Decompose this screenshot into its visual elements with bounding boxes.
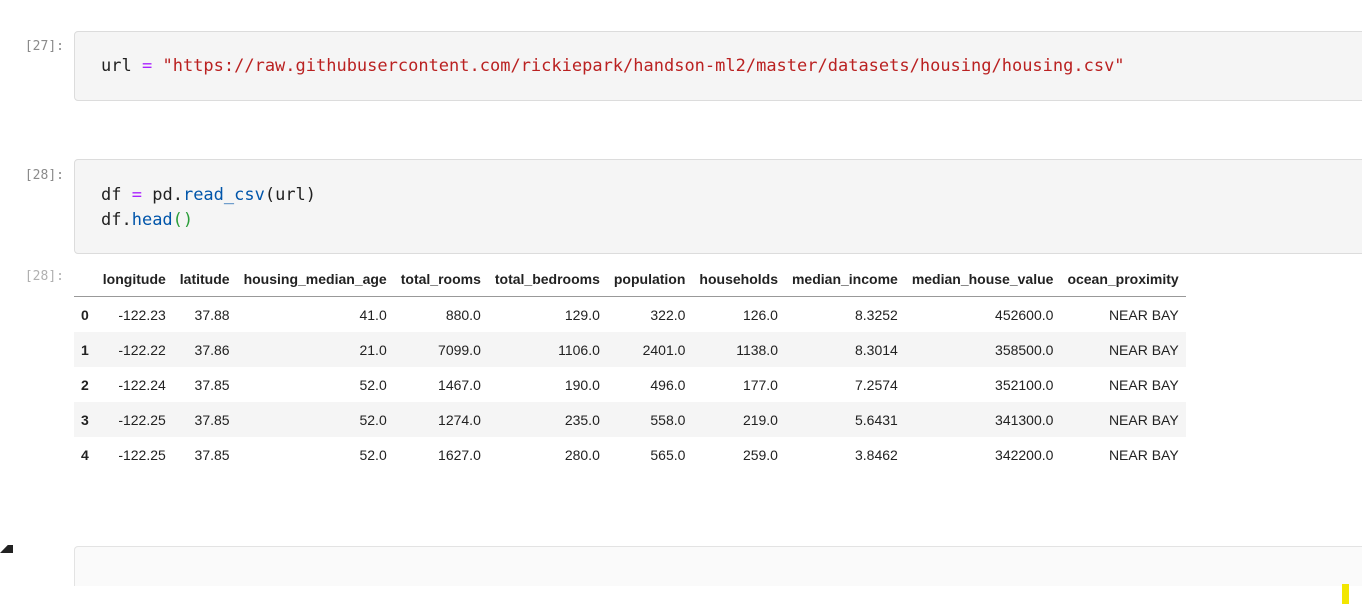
table-cell: 7099.0 [438, 341, 481, 358]
function-token: read_csv [182, 185, 265, 205]
operator-token: = [131, 185, 142, 205]
table-cell: 8.3252 [854, 306, 898, 323]
table-cell: 190.0 [564, 376, 600, 393]
table-cell: 37.85 [194, 376, 230, 393]
table-cell: -122.22 [118, 341, 166, 358]
table-cell: 52.0 [359, 446, 387, 463]
dataframe-output-table: longitude latitude housing_median_age to… [74, 262, 1186, 472]
table-row: 4 -122.25 37.85 52.0 1627.0 280.0 565.0 … [74, 437, 1186, 472]
table-cell: 5.6431 [854, 411, 898, 428]
object-token: df. [101, 210, 132, 230]
collapse-marker-icon [0, 545, 13, 553]
code-editor[interactable]: url = "https://raw.githubusercontent.com… [75, 32, 1362, 79]
code-line: url = "https://raw.githubusercontent.com… [101, 54, 1362, 79]
column-header: households [692, 262, 785, 297]
table-cell: 37.88 [194, 306, 230, 323]
code-line: df = pd.read_csv(url) [101, 183, 1362, 208]
table-cell: 1467.0 [438, 376, 481, 393]
text-cursor-icon [1342, 584, 1349, 604]
table-cell: 52.0 [359, 411, 387, 428]
table-cell: NEAR BAY [1108, 376, 1179, 393]
code-cell-28[interactable]: df = pd.read_csv(url) df.head() [74, 159, 1362, 254]
table-cell: 37.85 [194, 411, 230, 428]
table-cell: 341300.0 [995, 411, 1054, 428]
column-header: total_rooms [393, 262, 488, 297]
index-header [74, 262, 96, 297]
column-header: total_bedrooms [487, 262, 607, 297]
table-cell: 2401.0 [642, 341, 686, 358]
table-cell: 52.0 [359, 376, 387, 393]
table-cell: 1627.0 [438, 446, 481, 463]
table-cell: 129.0 [564, 306, 600, 323]
row-index: 3 [81, 411, 89, 428]
row-index: 2 [81, 376, 89, 393]
column-header: housing_median_age [236, 262, 394, 297]
next-code-cell[interactable] [74, 546, 1362, 586]
column-header: longitude [95, 262, 173, 297]
table-cell: 3.8462 [854, 446, 898, 463]
column-header: median_house_value [904, 262, 1061, 297]
table-cell: NEAR BAY [1108, 446, 1179, 463]
object-token: pd. [152, 185, 183, 205]
table-cell: 21.0 [359, 341, 387, 358]
table-cell: 880.0 [445, 306, 481, 323]
operator-token: = [141, 56, 153, 76]
table-cell: 8.3014 [854, 341, 898, 358]
table-cell: 1106.0 [558, 341, 600, 358]
column-header: median_income [784, 262, 905, 297]
code-editor[interactable]: df = pd.read_csv(url) df.head() [75, 160, 1362, 233]
variable-token: df [101, 185, 122, 205]
table-row: 0 -122.23 37.88 41.0 880.0 129.0 322.0 1… [74, 297, 1186, 333]
args-token: () [172, 210, 194, 230]
table-cell: 37.85 [194, 446, 230, 463]
table-cell: -122.25 [118, 411, 166, 428]
table-row: 3 -122.25 37.85 52.0 1274.0 235.0 558.0 … [74, 402, 1186, 437]
table-cell: 37.86 [194, 341, 230, 358]
table-row: 1 -122.22 37.86 21.0 7099.0 1106.0 2401.… [74, 332, 1186, 367]
args-token: (url) [264, 185, 317, 205]
table-cell: 235.0 [564, 411, 600, 428]
table-cell: 352100.0 [995, 376, 1054, 393]
cell-28-prompt: [28]: [24, 168, 64, 183]
table-cell: -122.23 [118, 306, 166, 323]
row-index: 0 [81, 306, 89, 323]
table-cell: 1138.0 [736, 341, 778, 358]
table-cell: 177.0 [742, 376, 778, 393]
output-28-prompt: [28]: [24, 269, 64, 284]
table-cell: 358500.0 [995, 341, 1054, 358]
row-index: 4 [81, 446, 89, 463]
variable-token: url [101, 56, 132, 76]
table-cell: 280.0 [564, 446, 600, 463]
table-cell: 452600.0 [995, 306, 1054, 323]
column-header: latitude [172, 262, 237, 297]
table-cell: NEAR BAY [1108, 341, 1179, 358]
table-cell: 496.0 [650, 376, 686, 393]
table-cell: 1274.0 [438, 411, 481, 428]
table-cell: 558.0 [650, 411, 686, 428]
code-line: df.head() [101, 208, 1362, 233]
table-cell: NEAR BAY [1108, 411, 1179, 428]
table-cell: -122.25 [118, 446, 166, 463]
column-header: population [606, 262, 693, 297]
string-token: "https://raw.githubusercontent.com/ricki… [162, 56, 1125, 76]
table-cell: 565.0 [650, 446, 686, 463]
table-cell: 219.0 [742, 411, 778, 428]
table-cell: 259.0 [742, 446, 778, 463]
code-cell-27[interactable]: url = "https://raw.githubusercontent.com… [74, 31, 1362, 101]
column-header: ocean_proximity [1060, 262, 1186, 297]
table-cell: 7.2574 [854, 376, 898, 393]
table-cell: NEAR BAY [1108, 306, 1179, 323]
table-cell: 41.0 [359, 306, 387, 323]
row-index: 1 [81, 341, 89, 358]
table-header-row: longitude latitude housing_median_age to… [74, 262, 1186, 297]
table-cell: -122.24 [118, 376, 166, 393]
function-token: head [131, 210, 173, 230]
table-cell: 322.0 [650, 306, 686, 323]
table-row: 2 -122.24 37.85 52.0 1467.0 190.0 496.0 … [74, 367, 1186, 402]
table-cell: 342200.0 [995, 446, 1054, 463]
table-cell: 126.0 [742, 306, 778, 323]
cell-27-prompt: [27]: [24, 39, 64, 54]
